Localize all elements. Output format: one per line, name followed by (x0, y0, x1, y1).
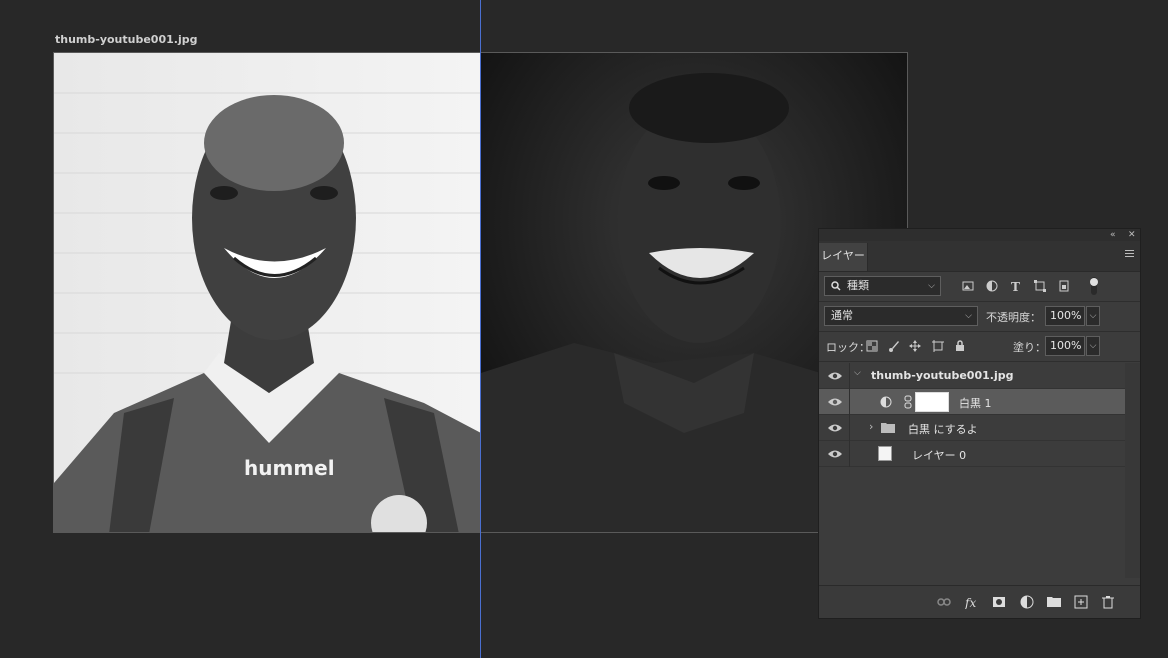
layer-name: レイヤー 0 (912, 449, 967, 462)
row-divider (849, 441, 850, 467)
fill-dropdown[interactable]: ⌵ (1086, 336, 1100, 356)
filter-kind-select[interactable]: 種類 ⌵ (824, 276, 941, 296)
row-divider (849, 363, 850, 389)
filter-shape-icon[interactable] (1034, 280, 1046, 292)
opacity-input[interactable]: 100% (1045, 306, 1085, 326)
panel-tabbar: レイヤー (819, 241, 1140, 272)
layers-list: ⌵ thumb-youtube001.jpg 白黒 1 › 白黒 にするよ レイ… (819, 363, 1125, 578)
jersey-brand-text: hummel (244, 456, 335, 480)
add-mask-icon[interactable] (992, 595, 1006, 609)
panel-footer: fx (819, 585, 1140, 618)
lock-all-icon[interactable] (954, 340, 966, 352)
layer-thumbnail[interactable] (878, 446, 892, 461)
tab-layers[interactable]: レイヤー (819, 243, 868, 271)
svg-text:fx: fx (965, 596, 976, 609)
document-title[interactable]: thumb-youtube001.jpg (55, 33, 197, 46)
lock-position-move-icon[interactable] (909, 340, 921, 352)
lock-artboard-icon[interactable] (932, 340, 944, 352)
new-group-folder-icon[interactable] (1047, 595, 1061, 609)
eye-icon[interactable] (828, 423, 842, 433)
layers-panel: « ✕ レイヤー 種類 ⌵ T 通常 ⌵ 不透明度： 100% ⌵ ロック： 塗… (818, 228, 1141, 619)
filter-toggle-switch[interactable] (1089, 277, 1099, 295)
scrollbar[interactable] (1125, 363, 1140, 578)
panel-topbar: « ✕ (819, 229, 1140, 241)
trash-icon[interactable] (1101, 595, 1115, 609)
new-layer-icon[interactable] (1074, 595, 1088, 609)
chain-link-icon[interactable] (904, 395, 912, 409)
fx-icon[interactable]: fx (965, 595, 979, 609)
layer-row[interactable]: レイヤー 0 (819, 441, 1125, 467)
layer-name: 白黒 1 (959, 397, 992, 410)
layer-mask-thumbnail[interactable] (915, 392, 949, 412)
blend-mode-value: 通常 (831, 309, 853, 322)
filter-row: 種類 ⌵ T (819, 272, 1140, 302)
layer-row[interactable]: 白黒 1 (819, 389, 1125, 415)
link-layers-icon[interactable] (937, 595, 951, 609)
row-divider (849, 415, 850, 441)
fill-input[interactable]: 100% (1045, 336, 1085, 356)
vertical-guide[interactable] (480, 0, 481, 658)
filter-pixel-icon[interactable] (962, 280, 974, 292)
new-adjustment-icon[interactable] (1020, 595, 1034, 609)
row-divider (849, 389, 850, 415)
close-icon[interactable]: ✕ (1128, 229, 1136, 241)
svg-text:T: T (1011, 280, 1020, 292)
filter-smartobject-icon[interactable] (1058, 280, 1070, 292)
layer-name: 白黒 にするよ (908, 423, 978, 436)
lock-image-brush-icon[interactable] (888, 340, 900, 352)
chevron-down-icon: ⌵ (965, 311, 972, 321)
filter-type-icon[interactable]: T (1010, 280, 1022, 292)
adjustment-layer-icon (880, 396, 892, 408)
layer-row[interactable]: ⌵ thumb-youtube001.jpg (819, 363, 1125, 389)
blend-mode-select[interactable]: 通常 ⌵ (824, 306, 978, 326)
canvas-image: hummel (54, 53, 907, 532)
layer-row[interactable]: › 白黒 にするよ (819, 415, 1125, 441)
chevron-down-icon[interactable]: ⌵ (854, 368, 861, 378)
chevron-right-icon[interactable]: › (869, 420, 873, 433)
eye-icon[interactable] (828, 371, 842, 381)
collapse-icon[interactable]: « (1110, 229, 1116, 241)
chevron-down-icon: ⌵ (928, 281, 935, 291)
panel-menu-icon[interactable] (1125, 250, 1134, 258)
blend-row: 通常 ⌵ 不透明度： 100% ⌵ (819, 302, 1140, 332)
lock-label: ロック： (826, 341, 870, 354)
filter-adjustment-icon[interactable] (986, 280, 998, 292)
opacity-dropdown[interactable]: ⌵ (1086, 306, 1100, 326)
lock-row: ロック： 塗り： 100% ⌵ (819, 332, 1140, 362)
folder-icon (881, 423, 895, 433)
fill-label: 塗り： (1013, 341, 1046, 354)
opacity-label: 不透明度： (986, 311, 1041, 324)
search-icon (831, 281, 841, 291)
eye-icon[interactable] (828, 449, 842, 459)
filter-kind-value: 種類 (847, 279, 869, 292)
layer-name: thumb-youtube001.jpg (871, 369, 1014, 382)
lock-transparent-icon[interactable] (866, 340, 878, 352)
eye-icon[interactable] (828, 397, 842, 407)
